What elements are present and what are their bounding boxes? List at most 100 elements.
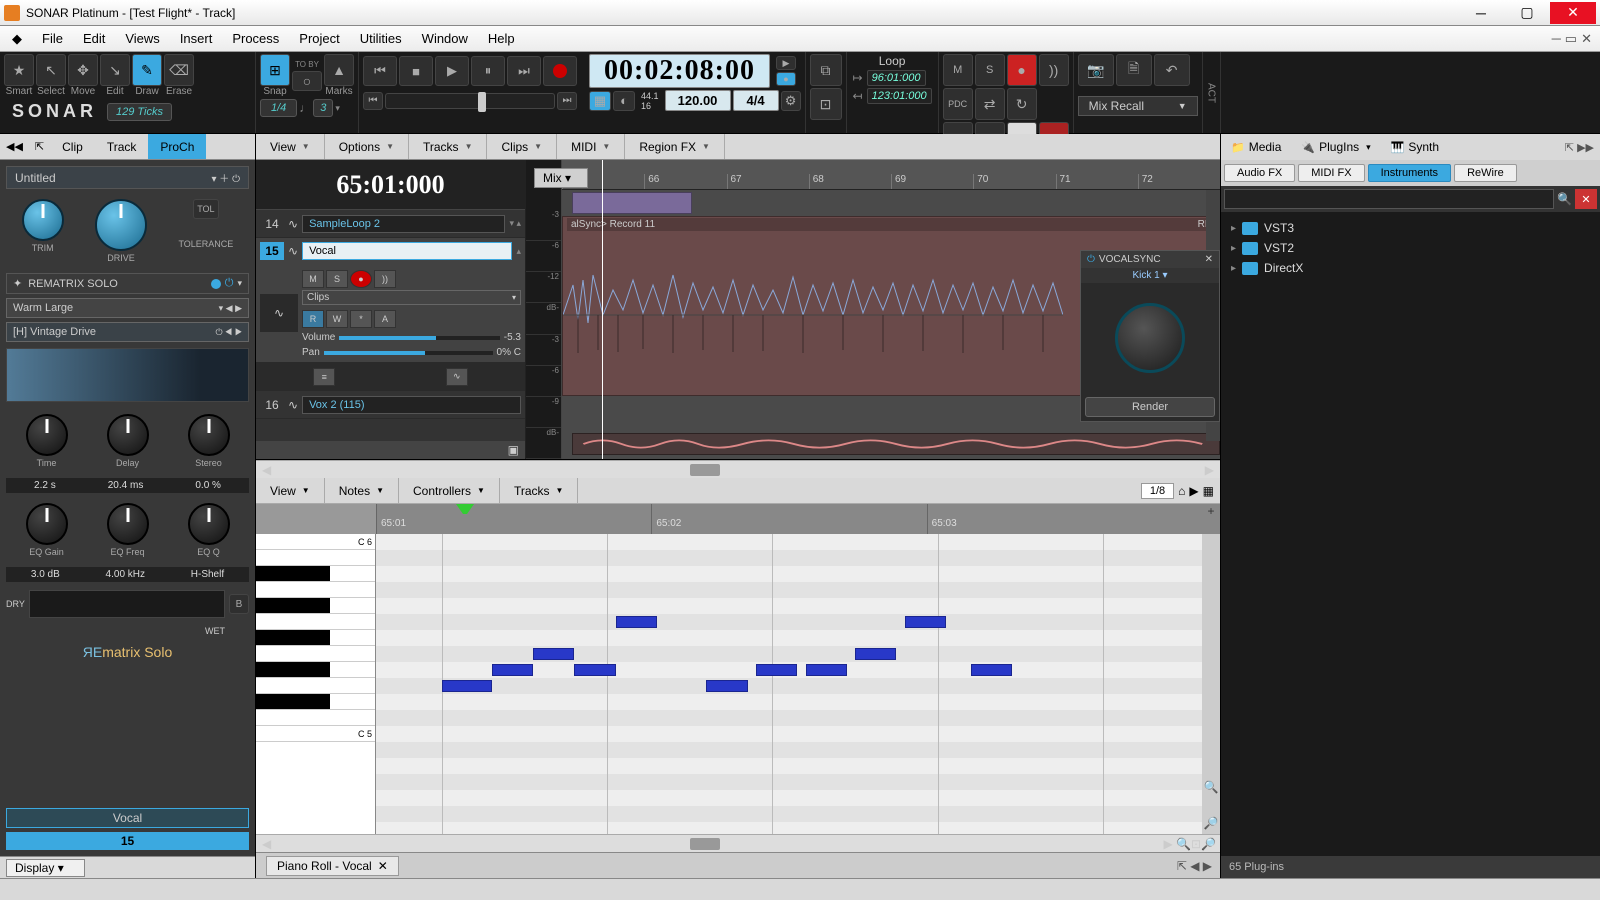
step-active-button[interactable]: ● (776, 72, 796, 86)
clear-search-button[interactable]: ✕ (1575, 189, 1597, 209)
clip-vox2[interactable] (572, 433, 1220, 455)
drive-knob[interactable] (95, 199, 147, 251)
menu-file[interactable]: File (32, 26, 73, 51)
menu-project[interactable]: Project (289, 26, 349, 51)
volume-slider[interactable] (339, 336, 499, 340)
tv-tracks[interactable]: Tracks▼ (409, 134, 487, 159)
eqq-knob[interactable] (188, 503, 230, 545)
menu-utilities[interactable]: Utilities (350, 26, 412, 51)
subtab-instruments[interactable]: Instruments (1368, 164, 1451, 182)
track-name-input[interactable]: Vocal (302, 242, 512, 260)
menu-process[interactable]: Process (222, 26, 289, 51)
tab-synth[interactable]: 🎹Synth (1381, 134, 1449, 160)
tv-regionfx[interactable]: Region FX▼ (625, 134, 725, 159)
pianoroll-tab[interactable]: Piano Roll - Vocal✕ (266, 856, 399, 876)
track-solo[interactable]: S (326, 270, 348, 288)
power-icon[interactable]: ⏻ (1087, 254, 1095, 265)
prv-vscroll[interactable]: 🔍 ⊡ 🔎 (1202, 534, 1220, 834)
tab-track[interactable]: Track (95, 134, 149, 159)
midi-note[interactable] (756, 664, 797, 676)
loop-start[interactable]: 96:01:000 (867, 70, 926, 86)
snap-button[interactable]: ⊞ (260, 54, 290, 86)
minimize-button[interactable]: ─ (1458, 2, 1504, 24)
auto-a[interactable]: A (374, 310, 396, 328)
prv-hscroll[interactable]: ◀▶ 🔍⊡🔎 (256, 834, 1220, 852)
eqfreq-knob[interactable] (107, 503, 149, 545)
midi-note[interactable] (706, 680, 747, 692)
screenset-button[interactable]: ⧉ (810, 54, 842, 86)
prv-view[interactable]: View▼ (256, 478, 325, 503)
delay-knob[interactable] (107, 414, 149, 456)
track-echo[interactable]: )) (374, 270, 396, 288)
prv-controllers[interactable]: Controllers▼ (399, 478, 500, 503)
draw-tool[interactable]: ✎ (132, 54, 162, 86)
smart-tool[interactable]: ★ (4, 54, 34, 86)
playhead-marker[interactable] (456, 504, 474, 528)
tv-options[interactable]: Options▼ (325, 134, 409, 159)
playhead[interactable] (602, 160, 603, 459)
drywet-slider[interactable] (29, 590, 225, 618)
grid-icon[interactable]: ▦ (1203, 484, 1214, 498)
zoom-out-icon[interactable]: 🔎 (1204, 816, 1219, 830)
close-icon[interactable]: ✕ (378, 859, 388, 873)
step-up-button[interactable]: ▶ (776, 56, 796, 70)
prv-tracks[interactable]: Tracks▼ (500, 478, 578, 503)
maximize-button[interactable]: ▢ (1504, 2, 1550, 24)
search-input[interactable] (1224, 189, 1554, 209)
select-tool[interactable]: ↖ (36, 54, 66, 86)
track-row-15[interactable]: 15 ∿ Vocal ▴ ∿ M S ● )) (256, 238, 525, 363)
inspector-track-name[interactable]: Vocal (6, 808, 249, 828)
eqgain-knob[interactable] (26, 503, 68, 545)
close-icon[interactable]: ✕ (1205, 254, 1213, 265)
tv-midi[interactable]: MIDI▼ (557, 134, 625, 159)
midi-note[interactable] (574, 664, 615, 676)
filter-button1[interactable]: ≡ (313, 368, 335, 386)
preset-vintage-drive[interactable]: [H] Vintage Drive⏻ ◀ ▶ (6, 322, 249, 342)
preset-name-field[interactable]: Untitled▾ ＋ ⏻ (6, 166, 249, 189)
midi-note[interactable] (905, 616, 946, 628)
zoom-fit-icon[interactable]: ⊡ (1206, 798, 1216, 812)
inspector-pin-icon[interactable]: ⇱ (29, 140, 50, 153)
auto-read[interactable]: R (302, 310, 324, 328)
plugin-tree[interactable]: ▸VST3 ▸VST2 ▸DirectX (1221, 212, 1600, 856)
pause-button[interactable]: ⏸ (471, 56, 505, 86)
home-icon[interactable]: ⌂ (1178, 484, 1185, 498)
menu-views[interactable]: Views (115, 26, 169, 51)
clips-dropdown[interactable]: Clips▾ (302, 290, 521, 305)
input-echo-button[interactable]: )) (1039, 54, 1069, 86)
play-button[interactable]: ▶ (435, 56, 469, 86)
dock-icons[interactable]: ⇱ ◀ ▶ (1177, 859, 1220, 873)
metronome-button[interactable]: ▦ (589, 91, 611, 111)
piano-keys[interactable]: C 6 C 5 (256, 534, 376, 834)
mix-dropdown[interactable]: Mix ▾ (534, 168, 588, 188)
pdc-button[interactable]: PDC (943, 88, 973, 120)
undo-button[interactable]: ↶ (1154, 54, 1190, 86)
fit-icon[interactable]: ▶ (1189, 484, 1198, 498)
stereo-knob[interactable] (188, 414, 230, 456)
mute-button[interactable]: M (943, 54, 973, 86)
menu-window[interactable]: Window (412, 26, 478, 51)
arm-button[interactable]: ● (1007, 54, 1037, 86)
browser-dock-icon[interactable]: ⇱ ▶▶ (1559, 141, 1600, 154)
screenset2-button[interactable]: ⊡ (810, 88, 842, 120)
audio-engine-button[interactable]: ◐ (613, 91, 635, 111)
time-knob[interactable] (26, 414, 68, 456)
track-arm[interactable]: ● (350, 270, 372, 288)
inspector-prev-icon[interactable]: ◀◀ (0, 140, 29, 153)
link-button[interactable]: ⇄ (975, 88, 1005, 120)
add-lane-icon[interactable]: + (1202, 504, 1220, 534)
tv-view[interactable]: View▼ (256, 134, 325, 159)
subtab-audiofx[interactable]: Audio FX (1224, 164, 1295, 182)
edit-tool[interactable]: ↘ (100, 54, 130, 86)
track-hscroll[interactable]: ◀▶ (256, 460, 1220, 478)
menu-insert[interactable]: Insert (170, 26, 223, 51)
time-display[interactable]: 00:02:08:00 (589, 54, 770, 88)
tab-plugins[interactable]: 🔌PlugIns▾ (1291, 134, 1380, 160)
notes-button[interactable]: 🗎 (1116, 54, 1152, 86)
snap-value[interactable]: 1/4 (260, 99, 297, 117)
menu-help[interactable]: Help (478, 26, 525, 51)
collapse-tracks-icon[interactable]: ▣ (256, 441, 525, 459)
tempo-field[interactable]: 120.00 (665, 90, 731, 111)
prv-notes[interactable]: Notes▼ (325, 478, 399, 503)
fx-header[interactable]: ✦REMATRIX SOLO⏻▾ (6, 273, 249, 294)
